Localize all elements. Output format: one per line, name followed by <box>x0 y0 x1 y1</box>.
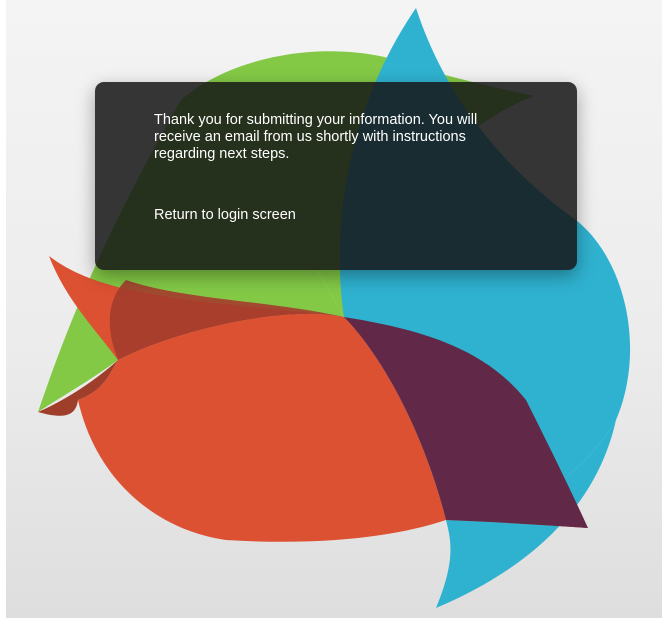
page-frame: Thank you for submitting your informatio… <box>0 0 668 628</box>
confirmation-dialog: Thank you for submitting your informatio… <box>95 82 577 270</box>
confirmation-message: Thank you for submitting your informatio… <box>154 112 478 162</box>
return-to-login-link[interactable]: Return to login screen <box>154 207 296 223</box>
login-background: Thank you for submitting your informatio… <box>6 0 662 618</box>
